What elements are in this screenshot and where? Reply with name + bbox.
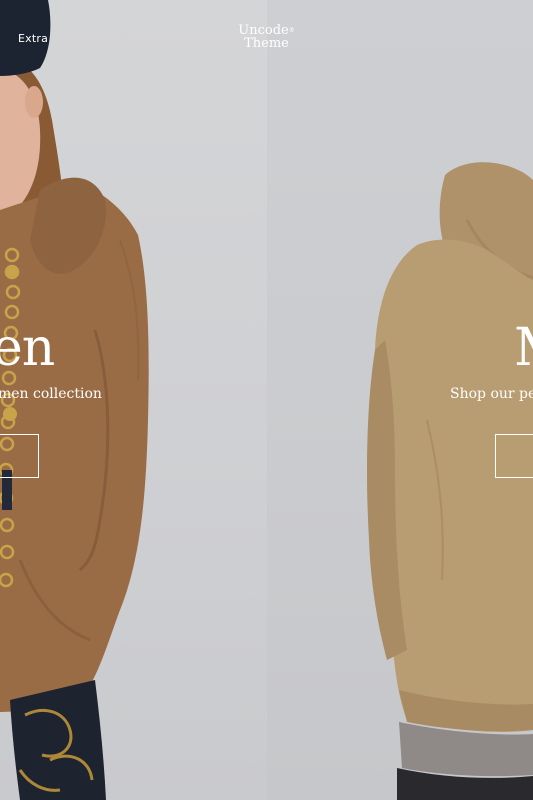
site-header: Extra Uncode® Theme — [0, 0, 533, 70]
women-shop-button[interactable]: 9 — [0, 434, 39, 478]
women-collection-panel[interactable]: en men collection 9 — [0, 0, 267, 800]
men-shop-button[interactable]: E — [495, 434, 533, 478]
men-collection-subtitle: Shop our per — [450, 386, 533, 402]
women-collection-subtitle: men collection — [0, 386, 102, 402]
women-collection-title: en — [0, 318, 55, 378]
logo-mark: ® — [288, 27, 295, 34]
men-collection-title: M — [514, 318, 533, 378]
logo-line-2: Theme — [244, 36, 289, 51]
men-collection-panel[interactable]: M Shop our per E — [267, 0, 533, 800]
site-logo[interactable]: Uncode® Theme — [0, 24, 533, 50]
